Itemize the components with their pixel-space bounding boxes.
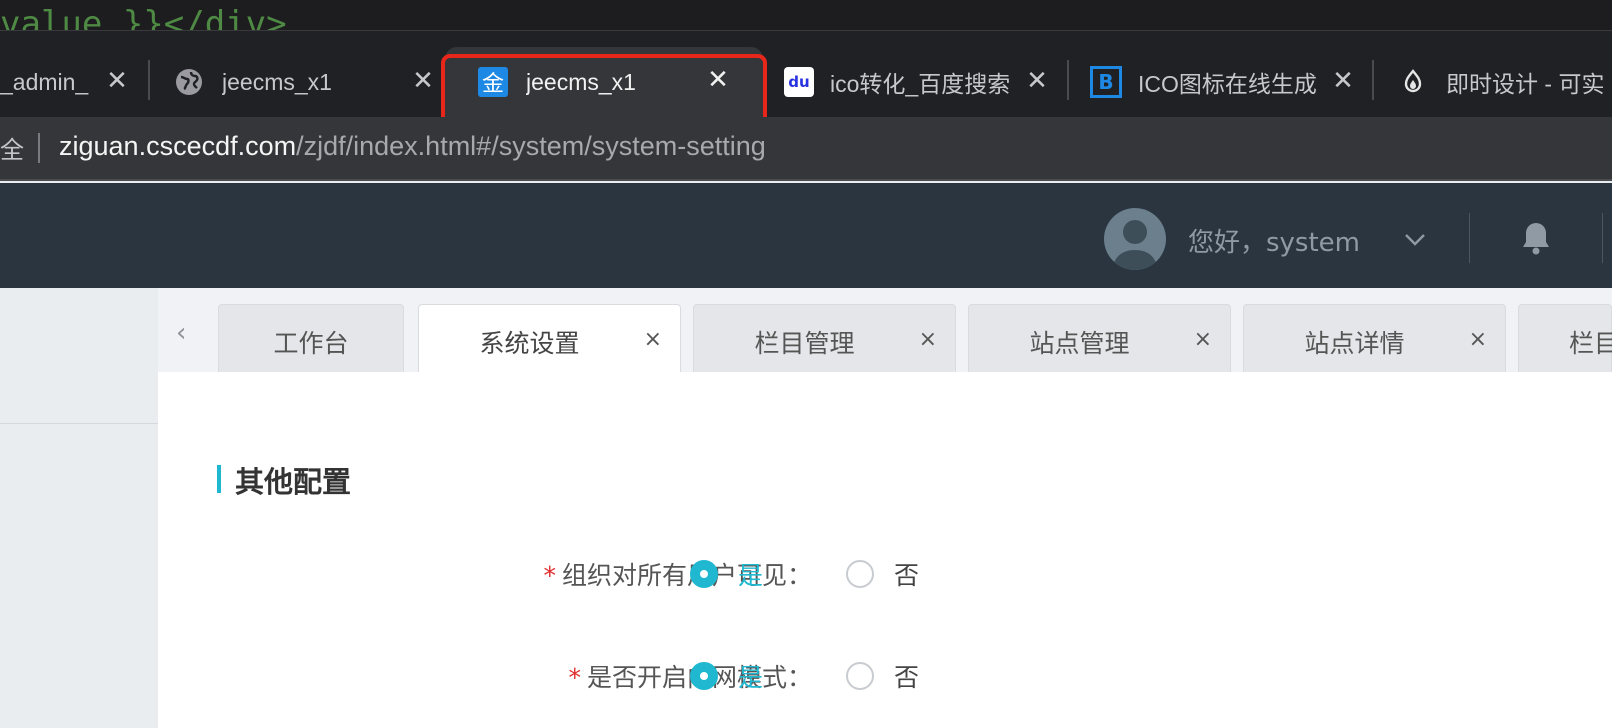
tab-close-icon[interactable]: ✕ [1330, 68, 1356, 94]
browser-tab-admin[interactable]: _admin_ ✕ [0, 57, 130, 107]
browser-tab-jishi[interactable]: 即时设计 - 可实 [1398, 57, 1612, 107]
browser-tab-baidu[interactable]: du ico转化_百度搜索 ✕ [784, 57, 1050, 107]
tab-label: 栏目 [1569, 329, 1612, 358]
tab-separator [1372, 60, 1374, 100]
user-greeting[interactable]: 您好，system [1188, 222, 1360, 259]
tab-label: 站点详情 [1304, 329, 1405, 358]
browser-tab-bar: _admin_ ✕ jeecms_x1 ✕ 金 jeecms_x1 ✕ du i… [0, 31, 1612, 117]
field-label-text: 组织对所有用户可见： [561, 561, 812, 590]
tab-prev-icon[interactable]: ‹ [176, 318, 186, 348]
radio-yes[interactable] [690, 662, 718, 690]
url-text[interactable]: ziguan.cscecdf.com/zjdf/index.html#/syst… [59, 131, 766, 162]
page-tab-bar: ‹ 工作台 系统设置 × 栏目管理 × 站点管理 × 站点详情 × 栏目 [158, 288, 1612, 372]
code-text: value }}</div> [0, 4, 287, 31]
url-host: ziguan.cscecdf.com [59, 131, 297, 161]
tab-separator [1067, 60, 1069, 100]
tab-title: ico转化_百度搜索 [830, 71, 1011, 97]
tab-title: 即时设计 - 可实 [1446, 71, 1605, 97]
tab-workbench[interactable]: 工作台 [218, 304, 404, 372]
tab-close-icon[interactable]: ✕ [104, 68, 130, 94]
required-mark: * [568, 663, 581, 692]
bitbug-icon: B [1090, 66, 1122, 98]
tab-close-icon[interactable]: ✕ [1024, 68, 1050, 94]
tab-column-partial[interactable]: 栏目 [1518, 304, 1612, 372]
sidebar-divider [0, 423, 158, 424]
form-row-intranet-mode: *是否开启内网模式： 是 否 [158, 654, 1612, 694]
required-mark: * [543, 561, 556, 590]
secure-label: 全 [0, 136, 24, 164]
tab-close-icon[interactable]: × [1194, 327, 1212, 352]
tab-column-management[interactable]: 栏目管理 × [693, 304, 956, 372]
radio-yes[interactable] [690, 560, 718, 588]
address-divider [38, 133, 40, 163]
tab-close-icon[interactable]: × [919, 327, 937, 352]
tab-title: _admin_ [0, 68, 89, 95]
tab-close-icon[interactable]: × [1469, 327, 1487, 352]
radio-no-label[interactable]: 否 [894, 658, 919, 694]
bell-icon[interactable] [1520, 220, 1552, 256]
radio-yes-label[interactable]: 是 [738, 556, 763, 592]
browser-tab-jeecms-1[interactable]: jeecms_x1 ✕ [174, 57, 436, 107]
url-path: /zjdf/index.html#/system/system-setting [296, 131, 766, 161]
address-bar[interactable]: 全 ziguan.cscecdf.com/zjdf/index.html#/sy… [0, 117, 1612, 181]
header-divider [1602, 213, 1603, 263]
browser-tab-ico[interactable]: B ICO图标在线生成 ✕ [1090, 57, 1356, 107]
chevron-down-icon[interactable] [1402, 226, 1428, 252]
tab-separator [148, 60, 150, 100]
radio-no-label[interactable]: 否 [894, 556, 919, 592]
tab-label: 系统设置 [479, 329, 580, 358]
field-label: * 组织对所有用户可见： [543, 556, 812, 592]
tab-system-settings[interactable]: 系统设置 × [418, 304, 681, 372]
user-silhouette-icon [1112, 220, 1158, 270]
tab-title: ICO图标在线生成 [1138, 71, 1317, 97]
app-header [0, 183, 1612, 288]
radio-yes-label[interactable]: 是 [738, 658, 763, 694]
tab-label: 站点管理 [1029, 329, 1130, 358]
baidu-icon: du [784, 67, 814, 97]
tab-site-details[interactable]: 站点详情 × [1243, 304, 1506, 372]
form-row-org-visible: * 组织对所有用户可见： 是 否 [158, 552, 1612, 592]
flame-icon [1398, 67, 1428, 97]
tab-site-management[interactable]: 站点管理 × [968, 304, 1231, 372]
sidebar [0, 288, 158, 728]
radio-no[interactable] [846, 560, 874, 588]
section-title: 其他配置 [235, 465, 352, 499]
tab-title: jeecms_x1 [222, 68, 332, 95]
globe-icon [174, 67, 204, 97]
editor-code-strip: value }}</div> [0, 0, 1612, 31]
tab-label: 栏目管理 [754, 329, 855, 358]
settings-content: 其他配置 *组织对所有用户可见： 是 否 *是否开启内网模式： 是 否 [158, 372, 1612, 728]
section-accent-bar [217, 465, 221, 493]
tab-close-icon[interactable]: × [644, 327, 662, 352]
header-divider [1469, 213, 1470, 263]
tab-label: 工作台 [273, 329, 349, 358]
avatar[interactable] [1104, 208, 1166, 270]
tab-close-icon[interactable]: ✕ [410, 68, 436, 94]
radio-no[interactable] [846, 662, 874, 690]
